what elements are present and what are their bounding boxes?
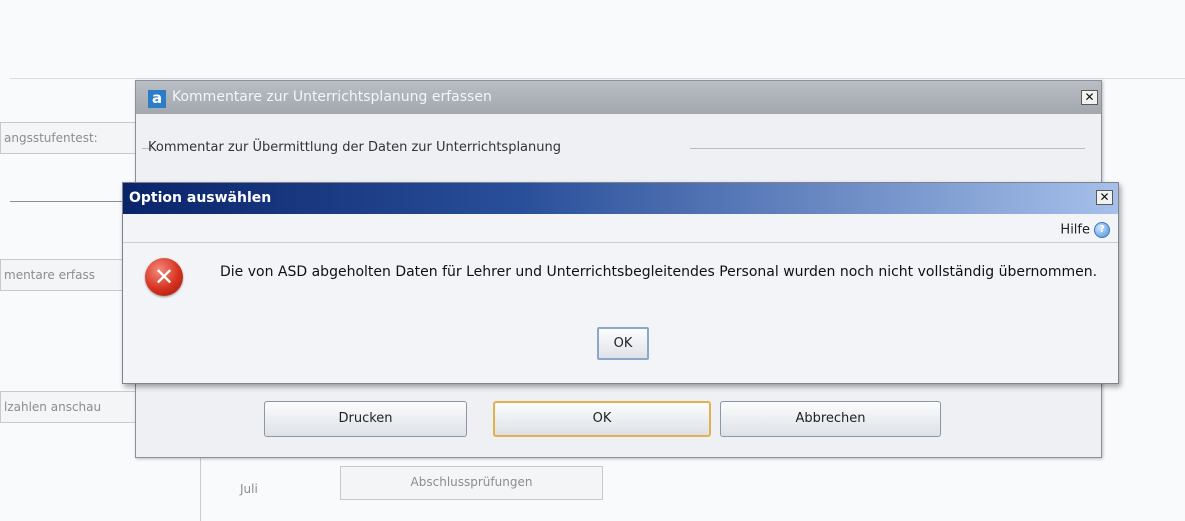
bg-button-zahlen[interactable]: lzahlen anschau (0, 391, 140, 423)
month-label: Juli (240, 482, 258, 496)
error-message: Die von ASD abgeholten Daten für Lehrer … (220, 264, 1098, 280)
option-dialog-close-button[interactable]: ✕ (1096, 190, 1113, 205)
comment-dialog-close-button[interactable]: ✕ (1081, 90, 1098, 105)
cancel-button[interactable]: Abbrechen (720, 401, 941, 437)
bg-button-eingangsstufentest[interactable]: angsstufentest: (0, 122, 140, 154)
abschlusspruefungen-button[interactable]: Abschlussprüfungen (340, 466, 603, 500)
comment-group-label: Kommentar zur Übermittlung der Daten zur… (148, 140, 561, 155)
option-dialog-divider (123, 242, 1118, 243)
help-icon: ? (1094, 222, 1110, 238)
option-dialog-titlebar[interactable]: Option auswählen ✕ (123, 183, 1118, 214)
print-button[interactable]: Drucken (264, 401, 467, 437)
app-logo-icon: a (148, 90, 166, 108)
option-dialog-title: Option auswählen (129, 190, 272, 206)
option-ok-button[interactable]: OK (597, 327, 649, 360)
group-line-right (690, 148, 1085, 149)
ok-button[interactable]: OK (493, 401, 711, 437)
bg-separator (10, 201, 122, 202)
content-divider (200, 458, 201, 521)
top-divider (10, 78, 1185, 79)
bg-button-kommentare[interactable]: mentare erfass (0, 259, 130, 291)
help-link[interactable]: Hilfe? (1060, 222, 1110, 238)
help-label: Hilfe (1060, 222, 1090, 238)
error-icon: ✕ (145, 258, 183, 296)
comment-dialog-titlebar[interactable]: a Kommentare zur Unterrichtsplanung erfa… (136, 81, 1101, 114)
comment-dialog-title: Kommentare zur Unterrichtsplanung erfass… (172, 89, 492, 105)
option-dialog: Option auswählen ✕ Hilfe? ✕ Die von ASD … (122, 182, 1119, 384)
